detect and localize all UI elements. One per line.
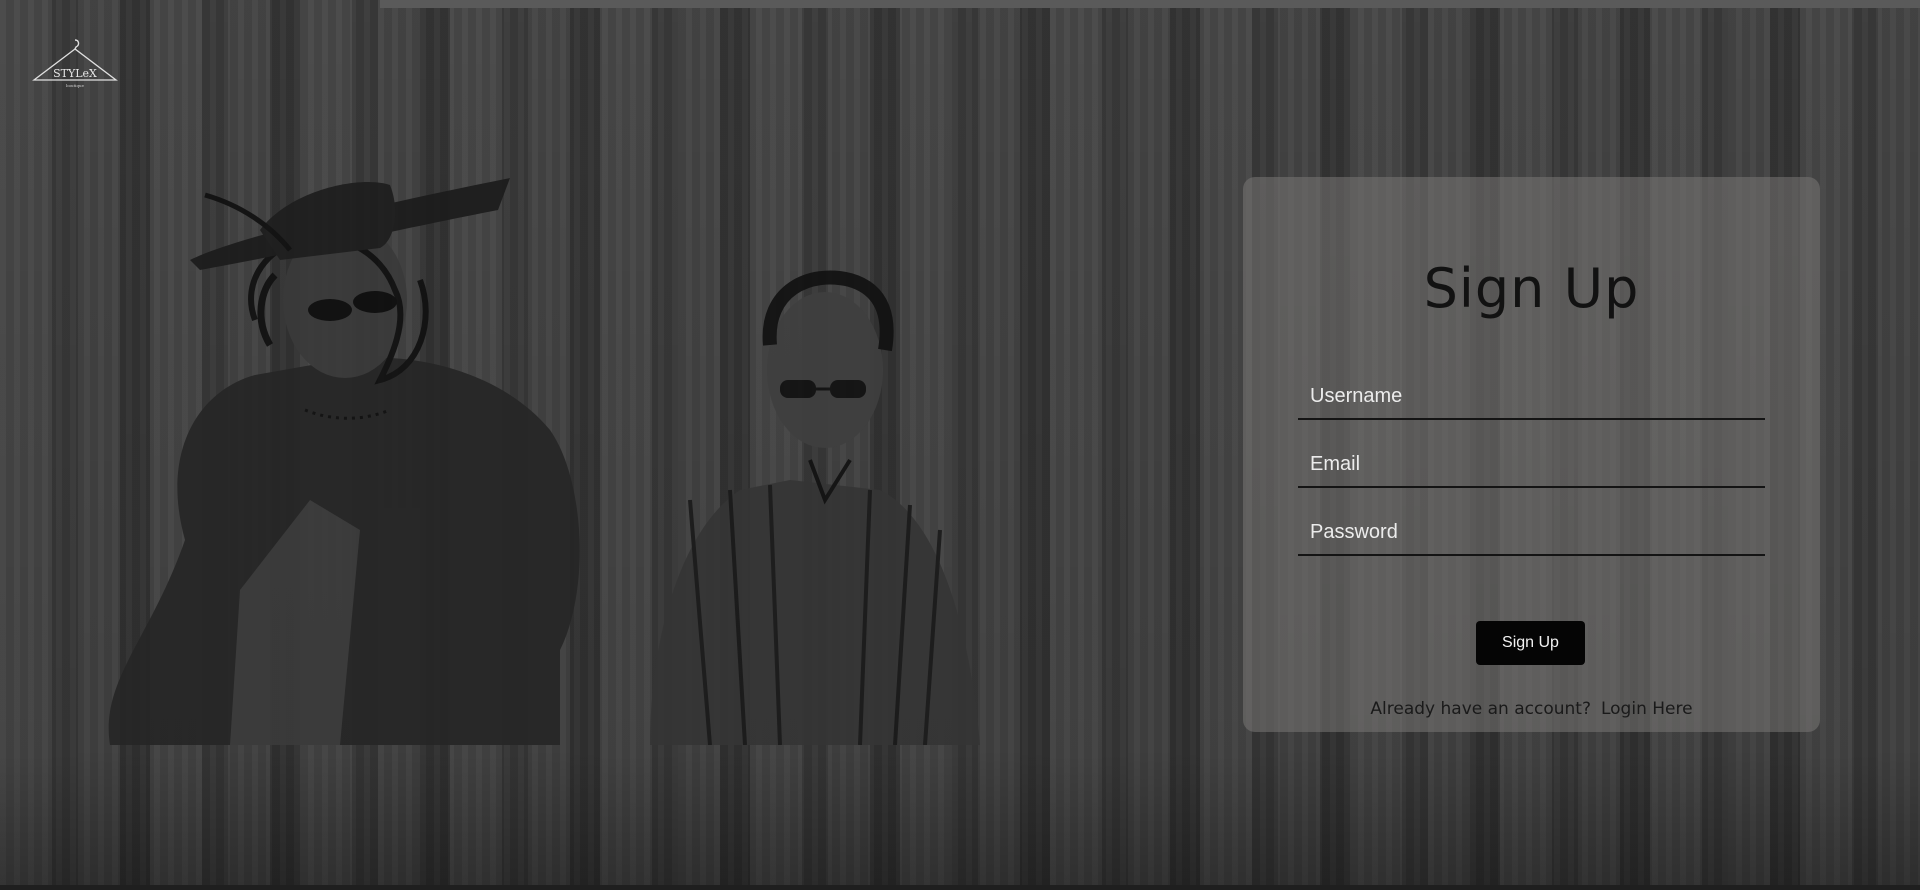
username-input[interactable] [1298,374,1765,420]
logo-wordmark: STYLeX [53,67,97,80]
signup-button[interactable]: Sign Up [1476,621,1585,665]
man-sketch-illustration [650,270,980,745]
email-input[interactable] [1298,442,1765,488]
bottom-edge-bar [0,885,1920,890]
stylex-logo: STYLeX boutique [30,36,120,94]
account-prompt-text: Already have an account? [1370,699,1591,719]
login-here-link[interactable]: Login Here [1601,699,1693,719]
password-input[interactable] [1298,510,1765,556]
login-prompt: Already have an account? Login Here [1243,699,1820,719]
clothing-rail [380,0,1920,8]
logo-subtext: boutique [66,83,85,88]
signup-card: Sign Up Sign Up Already have an account?… [1243,177,1820,732]
signup-title: Sign Up [1423,257,1640,320]
woman-sketch-illustration [108,178,580,745]
fashion-illustrations [108,178,980,745]
